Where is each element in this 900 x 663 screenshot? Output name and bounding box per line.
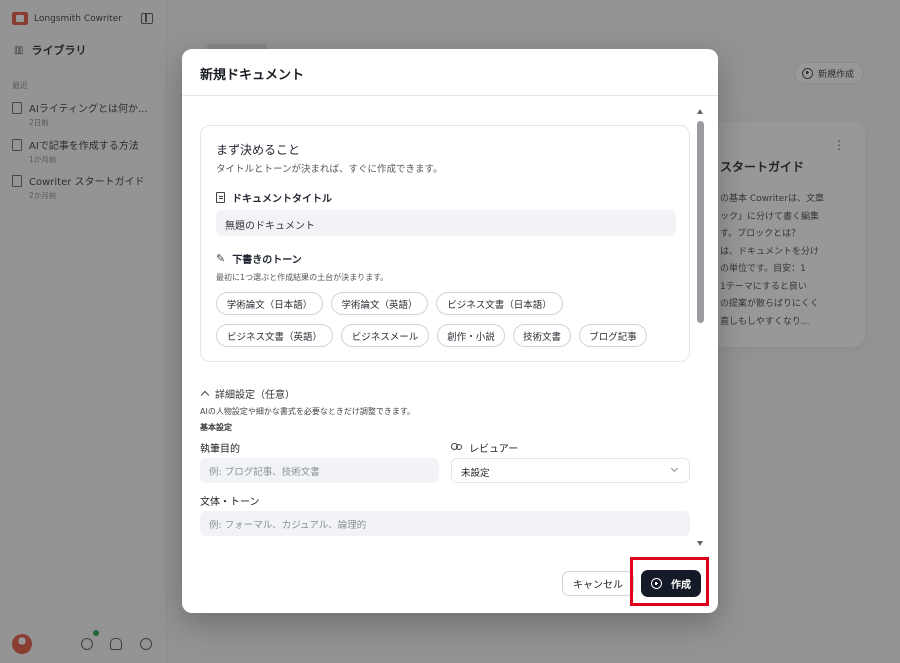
decide-subtitle: タイトルとトーンが決まれば、すぐに作成できます。 xyxy=(216,164,443,175)
basic-settings-label: 基本設定 xyxy=(200,423,232,432)
modal-scroll-area: まず決めること タイトルとトーンが決まれば、すぐに作成できます。 ドキュメントタ… xyxy=(182,109,718,546)
reviewer-select[interactable]: 未設定 xyxy=(451,458,690,483)
tone-chip[interactable]: 学術論文（日本語） xyxy=(216,292,323,315)
doc-title-label: ドキュメントタイトル xyxy=(216,190,332,205)
doc-title-input[interactable]: 無題のドキュメント xyxy=(216,210,676,236)
modal-scrollbar[interactable] xyxy=(697,109,705,546)
modal-header: 新規ドキュメント xyxy=(182,49,718,96)
reviewer-label-text: レビュアー xyxy=(469,444,519,455)
users-icon xyxy=(451,442,463,453)
advanced-settings-toggle[interactable]: 詳細設定（任意） xyxy=(200,386,295,401)
decide-title: まず決めること xyxy=(216,143,301,157)
chevron-up-icon xyxy=(200,390,210,400)
tone-chip[interactable]: 学術論文（英語） xyxy=(331,292,428,315)
tone-chip[interactable]: 創作・小説 xyxy=(437,324,505,347)
purpose-label: 執筆目的 xyxy=(200,444,240,455)
cancel-button[interactable]: キャンセル xyxy=(562,571,634,596)
advanced-toggle-label: 詳細設定（任意） xyxy=(215,390,295,401)
tone-chip[interactable]: ブログ記事 xyxy=(579,324,647,347)
scrollbar-thumb[interactable] xyxy=(697,121,704,323)
decide-section: まず決めること タイトルとトーンが決まれば、すぐに作成できます。 ドキュメントタ… xyxy=(200,125,690,362)
tone-label-text: 下書きのトーン xyxy=(232,255,302,266)
reviewer-label: レビュアー xyxy=(451,440,518,455)
style-label: 文体・トーン xyxy=(200,497,260,508)
style-input[interactable]: 例: フォーマル、カジュアル、論理的 xyxy=(200,511,690,536)
scroll-up-icon[interactable] xyxy=(697,109,703,114)
advanced-subtitle: AIの人物設定や細かな書式を必要なときだけ調整できます。 xyxy=(200,407,416,416)
tone-chip[interactable]: ビジネス文書（日本語） xyxy=(436,292,563,315)
highlight-box xyxy=(630,557,709,606)
document-icon xyxy=(216,192,225,203)
tone-subtitle: 最初に1つ選ぶと作成結果の土台が決まります。 xyxy=(216,273,389,282)
reviewer-value: 未設定 xyxy=(461,468,490,479)
doc-title-label-text: ドキュメントタイトル xyxy=(232,194,332,205)
modal-title: 新規ドキュメント xyxy=(200,68,305,83)
tone-chip[interactable]: 技術文書 xyxy=(513,324,571,347)
new-document-modal: 新規ドキュメント まず決めること タイトルとトーンが決まれば、すぐに作成できます… xyxy=(182,49,718,613)
tone-chip[interactable]: ビジネス文書（英語） xyxy=(216,324,333,347)
chevron-down-icon xyxy=(670,464,679,473)
pencil-icon: ✎ xyxy=(216,252,226,265)
tone-label: ✎ 下書きのトーン xyxy=(216,251,302,266)
scroll-down-icon[interactable] xyxy=(697,541,703,546)
purpose-input[interactable]: 例: ブログ記事、技術文書 xyxy=(200,458,439,483)
tone-chip[interactable]: ビジネスメール xyxy=(341,324,429,347)
